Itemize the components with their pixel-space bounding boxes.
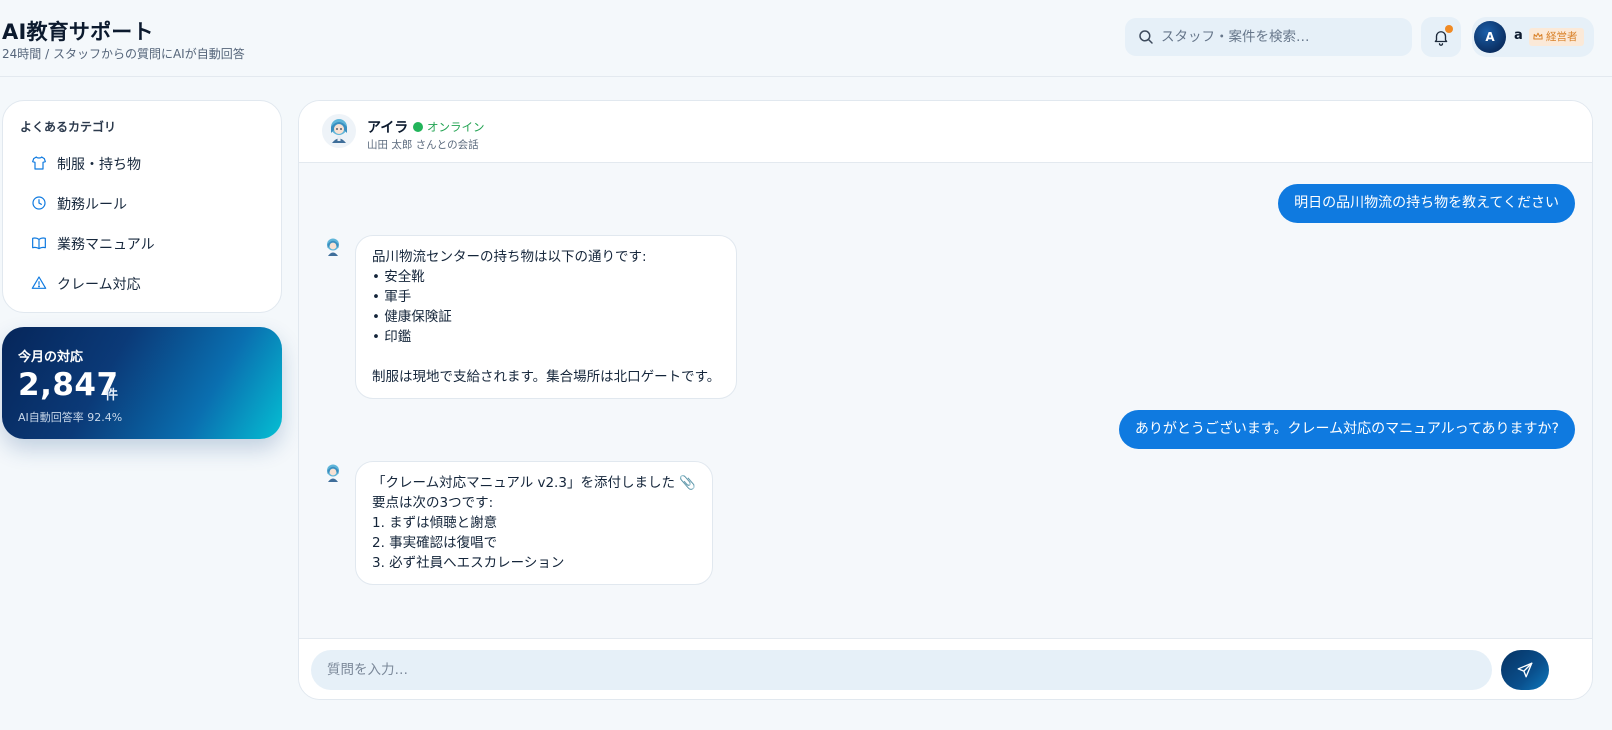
clock-icon: [32, 196, 46, 210]
category-heading: よくあるカテゴリ: [20, 120, 117, 134]
chat-header: アイラ オンライン 山田 太郎 さんとの会話: [299, 101, 1592, 163]
bot-message-line: [372, 347, 720, 367]
user-menu[interactable]: A a 経営者: [1472, 17, 1594, 57]
stats-unit: 件: [105, 388, 119, 403]
bot-message-line: 制服は現地で支給されます。集合場所は北口ゲートです。: [372, 369, 721, 385]
bot-message: 「クレーム対応マニュアル v2.3」を添付しました 📎 要点は次の3つです: 1…: [355, 461, 714, 585]
avatar: A: [1474, 21, 1506, 53]
role-badge: 経営者: [1529, 28, 1584, 46]
bot-message-line: 2. 事実確認は復唱で: [372, 535, 498, 551]
online-status-dot: [413, 122, 423, 132]
bot-message-line: • 健康保険証: [372, 309, 452, 325]
stats-count: 2,847: [18, 367, 119, 403]
crown-icon: [1533, 32, 1543, 40]
book-icon: [32, 237, 46, 250]
category-card: よくあるカテゴリ 制服・持ち物 勤務ルール 業務マニュアル クレーム対応: [2, 100, 282, 313]
online-status-label: オンライン: [427, 120, 485, 134]
category-item-manual[interactable]: 業務マニュアル: [20, 226, 266, 260]
app-subtitle: 24時間 / スタッフからの質問にAIが自動回答: [2, 47, 245, 61]
bot-avatar-icon: [327, 238, 339, 256]
bot-name: アイラ: [367, 120, 409, 136]
category-label: 制服・持ち物: [57, 157, 141, 173]
bot-message-line: 要点は次の3つです:: [372, 495, 494, 511]
app-header: AI教育サポート 24時間 / スタッフからの質問にAIが自動回答 A a 経営…: [0, 0, 1612, 77]
category-label: クレーム対応: [57, 277, 141, 293]
bot-message-line: • 印鑑: [372, 329, 412, 345]
warning-icon: [31, 276, 47, 289]
bot-avatar-icon: [327, 464, 339, 482]
bot-message-line: • 安全靴: [372, 269, 425, 285]
search-box[interactable]: [1125, 18, 1412, 56]
search-input[interactable]: [1161, 18, 1401, 56]
category-label: 業務マニュアル: [57, 237, 155, 253]
monthly-stats-card: 今月の対応 2,847 件 AI自動回答率 92.4%: [2, 327, 282, 439]
bot-message-line: • 軍手: [372, 289, 412, 305]
chat-input-bar: [299, 638, 1592, 699]
shirt-icon: [32, 156, 46, 170]
category-item-work-rules[interactable]: 勤務ルール: [20, 186, 266, 220]
category-item-uniform[interactable]: 制服・持ち物: [20, 146, 266, 180]
user-message: 明日の品川物流の持ち物を教えてください: [1278, 184, 1575, 223]
search-icon: [1139, 30, 1153, 44]
send-button[interactable]: [1501, 650, 1549, 690]
chat-input[interactable]: [311, 650, 1492, 690]
chat-panel: アイラ オンライン 山田 太郎 さんとの会話 明日の品川物流の持ち物を教えてくだ…: [298, 100, 1593, 700]
stats-heading: 今月の対応: [18, 350, 84, 365]
message-list: 明日の品川物流の持ち物を教えてください 品川物流センターの持ち物は以下の通りです…: [299, 163, 1592, 638]
stats-rate: AI自動回答率 92.4%: [18, 411, 123, 424]
bot-message-line: 3. 必ず社員へエスカレーション: [372, 555, 565, 571]
category-label: 勤務ルール: [57, 197, 127, 213]
notification-button[interactable]: [1421, 17, 1461, 57]
bot-message: 品川物流センターの持ち物は以下の通りです: • 安全靴 • 軍手 • 健康保険証…: [355, 235, 738, 399]
send-icon: [1517, 662, 1533, 678]
conversation-partner: 山田 太郎 さんとの会話: [367, 139, 479, 151]
category-item-complaints[interactable]: クレーム対応: [20, 266, 266, 300]
bot-message-line: 「クレーム対応マニュアル v2.3」を添付しました 📎: [372, 475, 697, 491]
notification-badge-dot: [1445, 25, 1453, 33]
user-name: a: [1514, 28, 1523, 43]
role-label: 経営者: [1546, 31, 1578, 43]
bot-message-line: 品川物流センターの持ち物は以下の通りです:: [372, 249, 647, 265]
user-message: ありがとうございます。クレーム対応のマニュアルってありますか?: [1118, 410, 1575, 449]
app-title: AI教育サポート: [2, 20, 154, 44]
bot-avatar-icon: [322, 114, 356, 148]
bot-message-line: 1. まずは傾聴と謝意: [372, 515, 498, 531]
